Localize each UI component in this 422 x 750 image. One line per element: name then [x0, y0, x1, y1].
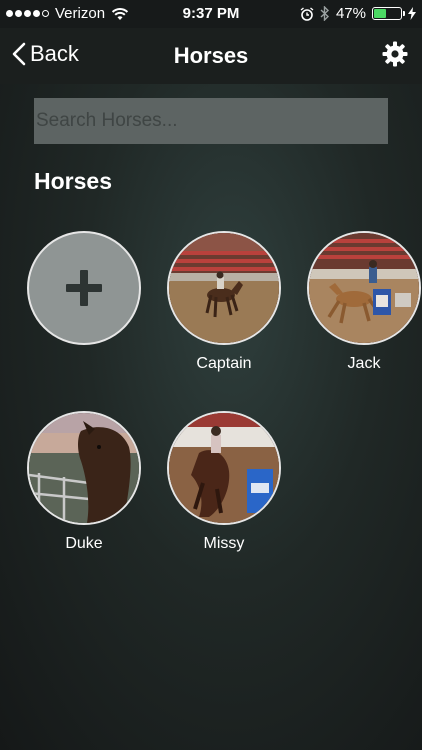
battery-icon	[372, 7, 405, 20]
page-title: Horses	[173, 43, 249, 68]
section-title: Horses	[34, 168, 112, 194]
horse-name: Jack	[347, 355, 381, 372]
status-bar: Verizon 9:37 PM 47%	[0, 0, 422, 28]
horse-item-duke[interactable]: Duke	[27, 411, 141, 553]
plus-icon	[66, 270, 102, 306]
horse-name: Captain	[196, 355, 252, 372]
charging-bolt-icon	[408, 7, 416, 20]
horse-photo[interactable]	[167, 231, 281, 345]
horse-name: Missy	[203, 535, 245, 552]
navigation-bar: Back Horses	[0, 28, 422, 84]
battery-percent: 47%	[335, 5, 366, 22]
horse-name: Duke	[65, 535, 103, 552]
status-right: 47%	[300, 5, 416, 22]
horse-photo[interactable]	[307, 231, 421, 345]
gear-icon[interactable]	[382, 41, 408, 67]
add-horse-button[interactable]	[27, 231, 141, 345]
add-horse-circle[interactable]	[27, 231, 141, 345]
horse-photo[interactable]	[167, 411, 281, 525]
horse-photo[interactable]	[27, 411, 141, 525]
horse-item-captain[interactable]: Captain	[167, 231, 281, 373]
alarm-icon	[300, 6, 314, 21]
battery-level-fill	[374, 9, 387, 18]
horse-item-jack[interactable]: Jack	[307, 231, 421, 373]
search-input[interactable]	[34, 98, 388, 144]
horse-item-missy[interactable]: Missy	[167, 411, 281, 553]
bluetooth-icon	[320, 6, 329, 21]
